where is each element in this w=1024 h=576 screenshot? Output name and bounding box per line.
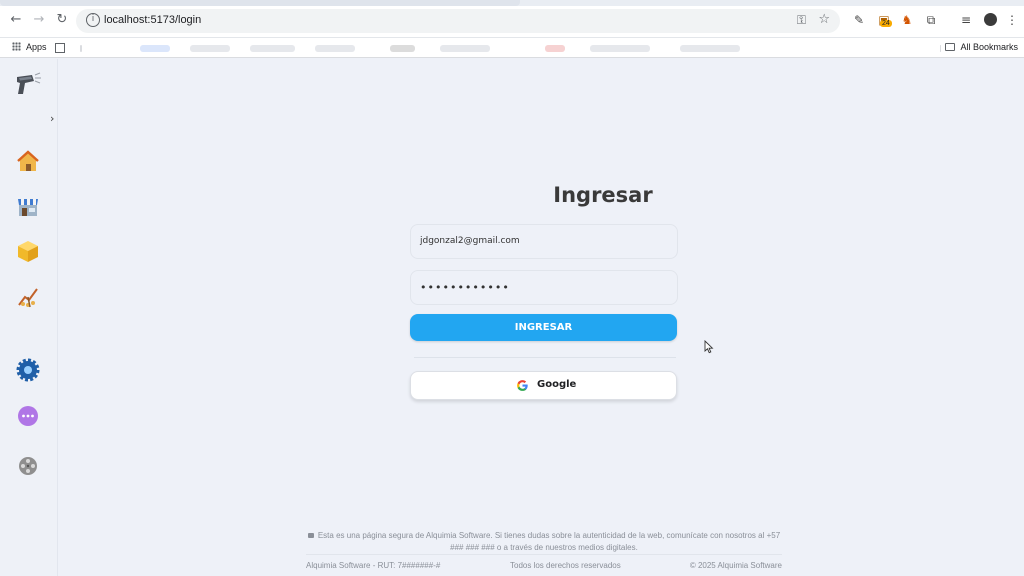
security-note: Esta es una página segura de Alquimia So…: [303, 530, 785, 554]
tab-strip: [0, 0, 1024, 6]
bookmark-item[interactable]: [140, 45, 170, 52]
bookmark-item[interactable]: [315, 45, 355, 52]
bookmark-item[interactable]: [680, 45, 740, 52]
reload-icon[interactable]: ↻: [54, 12, 70, 28]
footer-divider: [306, 554, 782, 555]
home-icon[interactable]: [16, 149, 40, 173]
fox-extension-icon[interactable]: ♞: [899, 12, 915, 28]
all-bookmarks-label: All Bookmarks: [960, 42, 1018, 52]
bookmark-separator: [80, 45, 82, 52]
main-content: Ingresar jdgonzal2@gmail.com •••••••••••…: [59, 59, 1024, 576]
folder-icon: [945, 43, 956, 51]
bookmark-item[interactable]: [250, 45, 295, 52]
password-field[interactable]: ••••••••••••: [410, 270, 678, 305]
browser-menu-icon[interactable]: ⋮: [1004, 12, 1020, 28]
bookmark-item[interactable]: [390, 45, 415, 52]
tab-groups-icon[interactable]: [55, 43, 65, 53]
email-field[interactable]: jdgonzal2@gmail.com: [410, 224, 678, 259]
film-reel-icon[interactable]: [16, 454, 40, 478]
address-bar[interactable]: i localhost:5173/login ⚿ ☆: [76, 9, 840, 33]
more-icon[interactable]: [16, 404, 40, 428]
bookmark-separator: [940, 45, 941, 52]
browser-toolbar: ← → ↻ i localhost:5173/login ⚿ ☆ ✎ ▣ 24 …: [0, 0, 1024, 38]
pen-extension-icon[interactable]: ✎: [851, 12, 867, 28]
barcode-scanner-logo-icon[interactable]: [14, 71, 42, 97]
bookmark-item[interactable]: [190, 45, 230, 52]
bookmark-apps[interactable]: Apps: [12, 42, 47, 52]
chart-icon[interactable]: [16, 285, 40, 309]
bookmark-item[interactable]: [440, 45, 490, 52]
url-text[interactable]: localhost:5173/login: [104, 14, 201, 26]
store-icon[interactable]: [16, 194, 40, 218]
security-note-text: Esta es una página segura de Alquimia So…: [317, 531, 781, 552]
bookmark-item[interactable]: [545, 45, 565, 52]
extension-badge: 24: [880, 20, 892, 27]
sidebar: ›: [0, 59, 58, 576]
password-key-icon[interactable]: ⚿: [797, 13, 806, 28]
google-button-label: Google: [537, 379, 577, 390]
extensions-puzzle-icon[interactable]: ⧉: [923, 12, 939, 28]
bookmark-apps-label: Apps: [26, 42, 47, 52]
profile-avatar[interactable]: [984, 13, 997, 26]
sidebar-expand-chevron-icon[interactable]: ›: [50, 112, 54, 125]
page-title: Ingresar: [553, 183, 653, 207]
forward-icon[interactable]: →: [31, 12, 47, 28]
bookmark-star-icon[interactable]: ☆: [818, 12, 830, 27]
footer-copyright: © 2025 Alquimia Software: [689, 561, 782, 570]
gear-icon[interactable]: [16, 358, 40, 382]
bookmarks-bar: Apps All Bookmarks: [0, 38, 1024, 58]
media-controls-icon[interactable]: ≡: [958, 12, 974, 28]
apps-grid-icon: [12, 42, 21, 51]
login-button[interactable]: INGRESAR: [410, 314, 677, 341]
mouse-cursor-icon: [704, 340, 714, 354]
google-logo-icon: [517, 380, 528, 391]
active-tab[interactable]: [0, 0, 520, 6]
google-signin-button[interactable]: Google: [410, 371, 677, 400]
all-bookmarks[interactable]: All Bookmarks: [945, 42, 1018, 52]
lock-icon: [307, 533, 314, 538]
footer-company-rut: Alquimia Software - RUT: 7#######-#: [306, 561, 441, 570]
bookmark-item[interactable]: [590, 45, 650, 52]
divider: [414, 357, 676, 358]
box-icon[interactable]: [16, 239, 40, 263]
site-info-icon[interactable]: i: [86, 13, 100, 27]
footer-rights: Todos los derechos reservados: [510, 561, 621, 570]
back-icon[interactable]: ←: [8, 12, 24, 28]
